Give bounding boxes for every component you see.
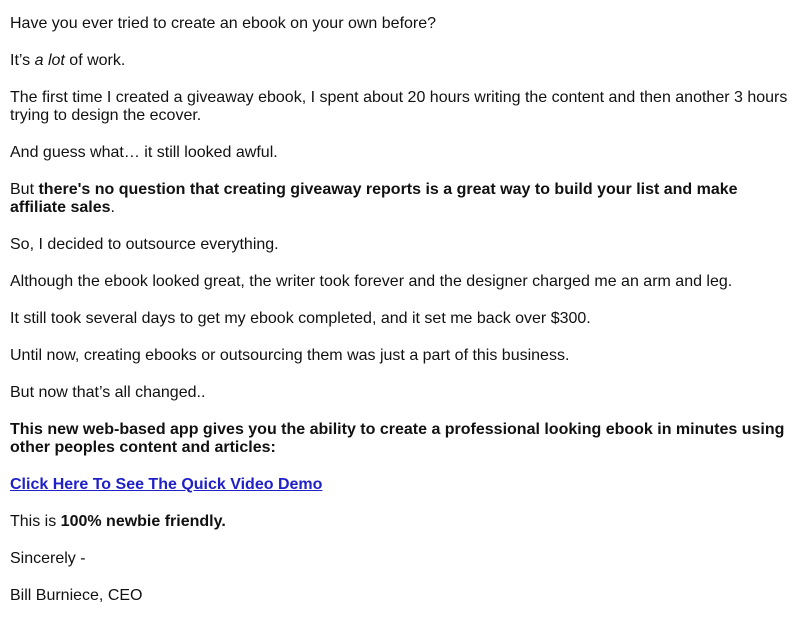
paragraph-lot-of-work: It’s a lot of work. <box>10 52 795 70</box>
paragraph-intro-question: Have you ever tried to create an ebook o… <box>10 15 437 32</box>
bold-text: there's no question that creating giveaw… <box>10 181 738 216</box>
paragraph-outsource: So, I decided to outsource everything. <box>10 236 279 253</box>
signature-line: Bill Burniece, CEO <box>10 587 143 604</box>
emphasis-text: a lot <box>34 52 65 69</box>
paragraph-guess-what: And guess what… it still looked awful. <box>10 144 278 161</box>
paragraph-newbie-friendly: This is 100% newbie friendly. <box>10 513 795 531</box>
paragraph-all-changed: But now that’s all changed.. <box>10 384 206 401</box>
paragraph-demo-link: Click Here To See The Quick Video Demo <box>10 476 795 494</box>
paragraph-first-time: The first time I created a giveaway eboo… <box>10 89 788 124</box>
text: This is <box>10 513 61 530</box>
text: But <box>10 181 39 198</box>
closing-line: Sincerely - <box>10 550 86 567</box>
paragraph-writer-designer: Although the ebook looked great, the wri… <box>10 273 733 290</box>
paragraph-web-app-pitch: This new web-based app gives you the abi… <box>10 421 795 457</box>
bold-text: This new web-based app gives you the abi… <box>10 421 785 456</box>
paragraph-several-days: It still took several days to get my ebo… <box>10 310 591 327</box>
email-body: Have you ever tried to create an ebook o… <box>10 15 795 624</box>
video-demo-link[interactable]: Click Here To See The Quick Video Demo <box>10 476 322 493</box>
paragraph-giveaway-reports: But there's no question that creating gi… <box>10 181 795 217</box>
paragraph-until-now: Until now, creating ebooks or outsourcin… <box>10 347 570 364</box>
text: . <box>110 199 115 216</box>
bold-text: 100% newbie friendly. <box>60 513 226 530</box>
text: of work. <box>64 52 126 69</box>
text: It’s <box>10 52 35 69</box>
